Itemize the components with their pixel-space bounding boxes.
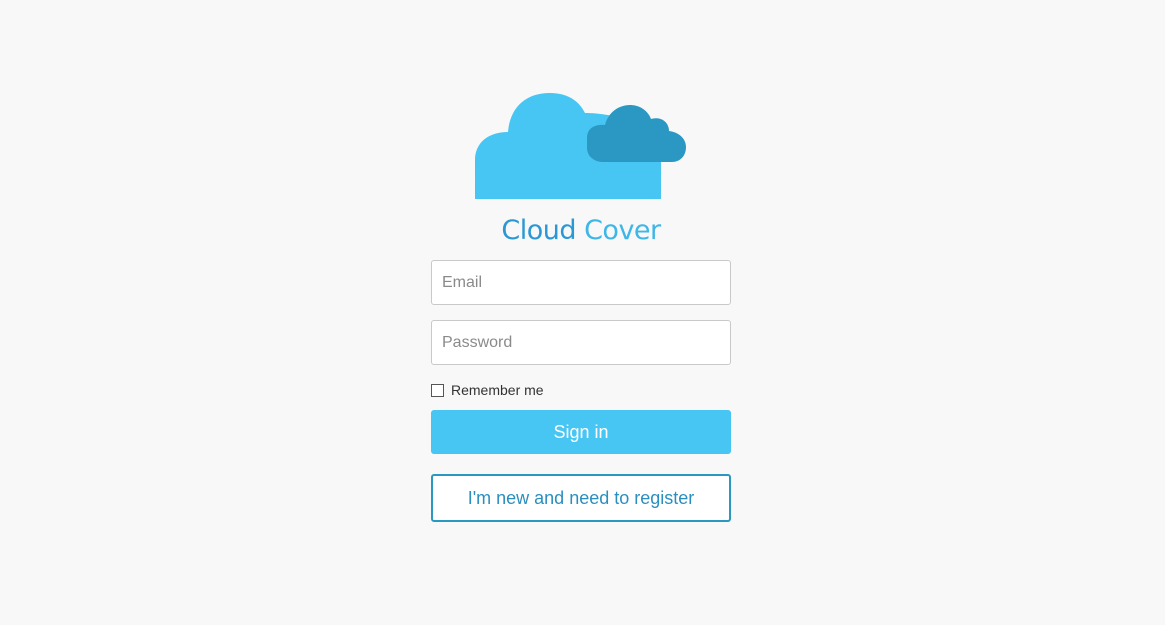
register-button[interactable]: I'm new and need to register: [431, 474, 731, 522]
register-button-label: I'm new and need to register: [467, 487, 695, 508]
sign-in-button[interactable]: Sign in: [431, 410, 731, 454]
email-field[interactable]: [431, 260, 731, 305]
app-title: Cloud Cover: [431, 212, 731, 250]
app-title-word-cloud: Cloud: [501, 215, 576, 246]
app-title-word-cover: Cover: [584, 215, 661, 246]
cloud-logo-icon: [470, 88, 692, 204]
remember-me-row: Remember me: [431, 381, 544, 399]
remember-me-label[interactable]: Remember me: [451, 382, 544, 398]
sign-in-button-label: Sign in: [553, 421, 609, 442]
remember-me-checkbox[interactable]: [431, 383, 444, 397]
password-field[interactable]: [431, 320, 731, 365]
